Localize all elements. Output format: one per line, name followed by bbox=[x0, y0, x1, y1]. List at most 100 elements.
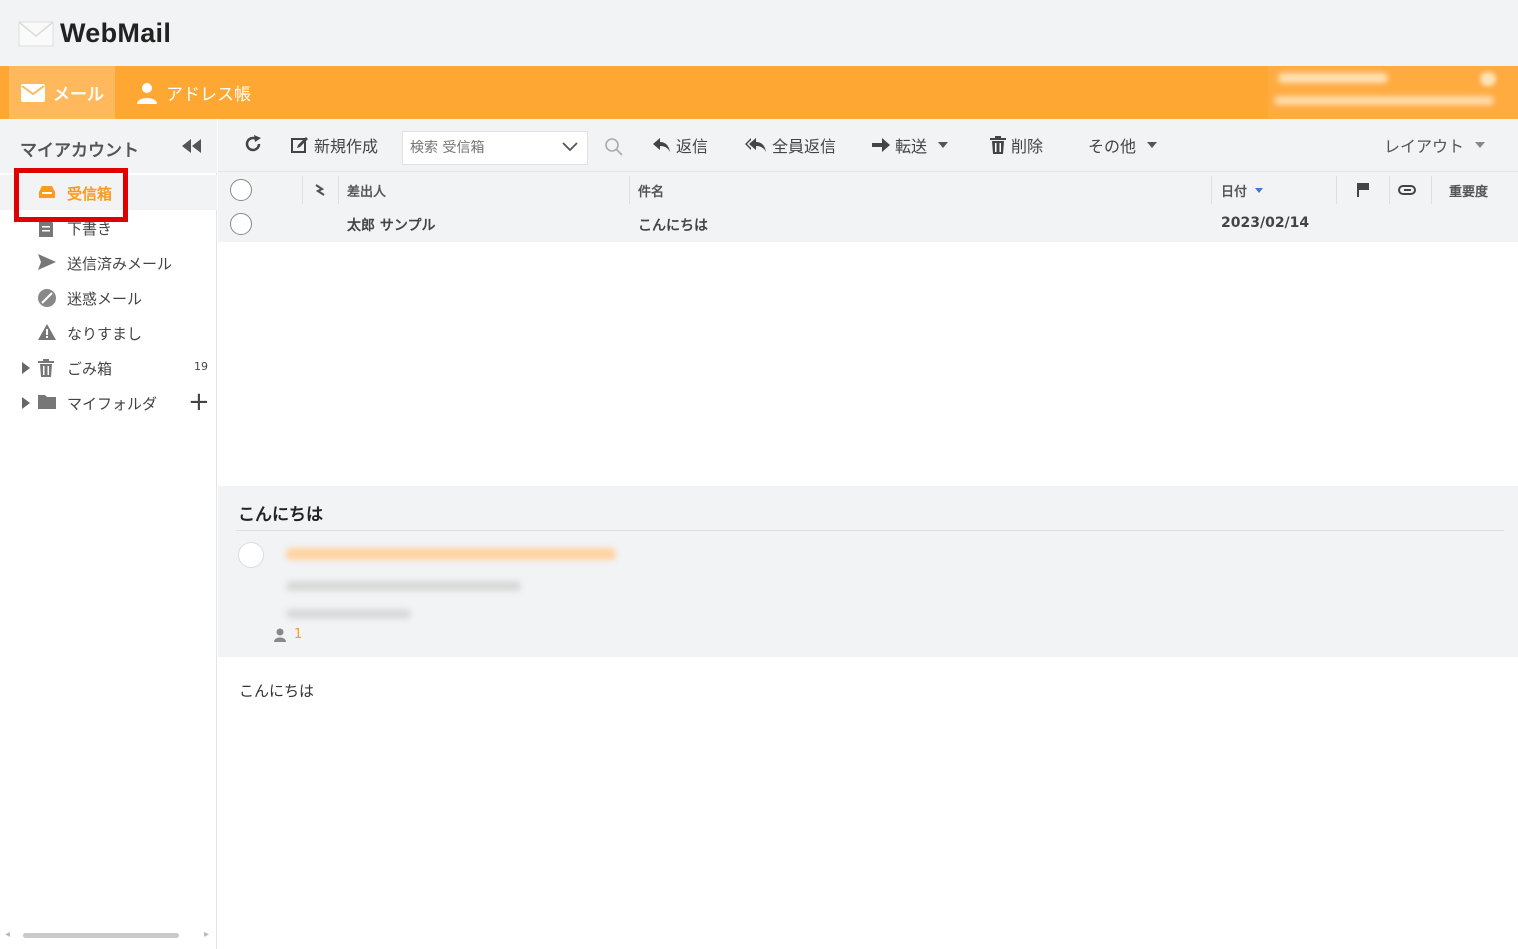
add-folder-button[interactable]: + bbox=[188, 389, 210, 415]
tab-address-book-label: アドレス帳 bbox=[166, 85, 251, 105]
row-from: 太郎 サンプル bbox=[347, 218, 436, 234]
person-icon bbox=[137, 82, 157, 104]
main-nav: メール アドレス帳 bbox=[0, 66, 1518, 119]
to-redacted bbox=[286, 581, 521, 591]
expand-arrow-icon[interactable] bbox=[22, 397, 30, 409]
message-list-empty-area bbox=[218, 242, 1518, 486]
column-subject[interactable]: 件名 bbox=[638, 172, 664, 208]
caret-down-icon bbox=[1147, 142, 1158, 148]
date-redacted bbox=[286, 609, 411, 619]
layout-label: レイアウト bbox=[1384, 137, 1465, 156]
recipient-count[interactable]: 1 bbox=[274, 627, 302, 642]
message-list-header: 差出人 件名 日付 重要度 bbox=[218, 171, 1518, 207]
select-all-checkbox[interactable] bbox=[230, 172, 252, 208]
person-icon bbox=[274, 628, 286, 642]
folder-spoofing-label: なりすまし bbox=[67, 325, 143, 343]
forward-arrow-icon bbox=[872, 138, 890, 152]
trash-icon bbox=[38, 359, 54, 377]
column-from[interactable]: 差出人 bbox=[347, 172, 386, 208]
table-row[interactable]: 太郎 サンプル こんにちは 2023/02/14 bbox=[218, 207, 1518, 242]
search-box[interactable] bbox=[402, 131, 588, 165]
column-importance[interactable]: 重要度 bbox=[1449, 172, 1488, 208]
app-header: WebMail bbox=[0, 0, 1518, 66]
mail-icon bbox=[21, 83, 45, 102]
inbox-highlight-box bbox=[14, 168, 128, 222]
warning-icon bbox=[38, 324, 56, 340]
folder-trash[interactable]: ごみ箱 19 bbox=[0, 350, 217, 385]
tab-mail[interactable]: メール bbox=[9, 66, 115, 119]
trash-icon bbox=[990, 136, 1006, 154]
row-checkbox[interactable] bbox=[230, 213, 252, 235]
folder-my-folders-label: マイフォルダ bbox=[67, 395, 158, 413]
thread-icon bbox=[315, 184, 325, 196]
preview-subject: こんにちは bbox=[238, 505, 323, 525]
layout-button[interactable]: レイアウト bbox=[1384, 133, 1486, 157]
sidebar: マイアカウント 受信箱 下書き 送信済みメール 迷惑メール なりすまし ごみ箱 … bbox=[0, 119, 217, 949]
avatar bbox=[238, 542, 264, 568]
tab-mail-label: メール bbox=[53, 85, 104, 105]
folder-spoofing[interactable]: なりすまし bbox=[0, 315, 217, 350]
scroll-right-icon[interactable]: ▸ bbox=[204, 929, 209, 940]
compose-label: 新規作成 bbox=[314, 137, 379, 156]
envelope-logo-icon bbox=[18, 20, 54, 46]
thread-column[interactable] bbox=[314, 172, 328, 208]
recipient-count-value: 1 bbox=[294, 627, 303, 642]
reply-button[interactable]: 返信 bbox=[653, 133, 708, 157]
folder-spam[interactable]: 迷惑メール bbox=[0, 280, 217, 315]
scroll-left-icon[interactable]: ◂ bbox=[5, 929, 10, 940]
reply-all-button[interactable]: 全員返信 bbox=[745, 133, 836, 157]
account-header: マイアカウント bbox=[0, 119, 217, 173]
collapse-sidebar-icon[interactable] bbox=[181, 139, 203, 153]
flag-column[interactable] bbox=[1357, 172, 1369, 208]
search-icon bbox=[605, 138, 623, 156]
scrollbar-thumb[interactable] bbox=[23, 933, 179, 938]
search-input[interactable] bbox=[403, 132, 553, 164]
tab-address-book[interactable]: アドレス帳 bbox=[136, 66, 251, 119]
more-label: その他 bbox=[1088, 137, 1137, 156]
delete-label: 削除 bbox=[1011, 137, 1044, 156]
caret-down-icon bbox=[1475, 142, 1486, 148]
forward-label: 転送 bbox=[895, 137, 928, 156]
folder-my-folders[interactable]: マイフォルダ + bbox=[0, 385, 217, 420]
caret-down-icon bbox=[938, 142, 949, 148]
reply-label: 返信 bbox=[676, 137, 709, 156]
sort-desc-icon bbox=[1255, 187, 1264, 193]
reply-icon bbox=[653, 138, 670, 152]
folder-trash-label: ごみ箱 bbox=[67, 360, 113, 378]
compose-button[interactable]: 新規作成 bbox=[291, 133, 378, 157]
sender-redacted bbox=[286, 548, 616, 560]
folder-spam-label: 迷惑メール bbox=[67, 290, 143, 308]
spam-icon bbox=[38, 289, 56, 307]
sent-icon bbox=[38, 254, 56, 270]
folder-sent[interactable]: 送信済みメール bbox=[0, 245, 217, 280]
forward-button[interactable]: 転送 bbox=[872, 133, 949, 157]
folder-sent-label: 送信済みメール bbox=[67, 255, 173, 273]
account-title: マイアカウント bbox=[20, 141, 139, 161]
compose-icon bbox=[291, 137, 308, 153]
user-menu[interactable] bbox=[1268, 66, 1518, 119]
chevron-down-icon[interactable] bbox=[561, 141, 579, 153]
refresh-icon bbox=[245, 135, 261, 152]
column-date[interactable]: 日付 bbox=[1221, 172, 1264, 208]
reply-all-icon bbox=[745, 138, 766, 152]
expand-arrow-icon[interactable] bbox=[22, 362, 30, 374]
app-logo: WebMail bbox=[18, 18, 171, 49]
message-preview-header: こんにちは 1 bbox=[218, 486, 1518, 657]
folder-icon bbox=[38, 395, 56, 409]
app-title: WebMail bbox=[60, 18, 172, 48]
row-subject: こんにちは bbox=[638, 218, 708, 234]
mail-toolbar: 新規作成 返信 全員返信 転送 bbox=[218, 119, 1518, 171]
attachment-icon bbox=[1398, 185, 1416, 195]
delete-button[interactable]: 削除 bbox=[990, 133, 1043, 157]
column-date-label: 日付 bbox=[1221, 184, 1248, 200]
attachment-column[interactable] bbox=[1398, 172, 1416, 208]
refresh-button[interactable] bbox=[244, 135, 262, 153]
search-button[interactable] bbox=[604, 137, 624, 157]
message-body: こんにちは bbox=[239, 682, 315, 700]
row-date: 2023/02/14 bbox=[1221, 215, 1310, 231]
sidebar-scrollbar[interactable]: ◂ ▸ bbox=[0, 921, 217, 949]
flag-icon bbox=[1357, 183, 1369, 197]
trash-count-badge: 19 bbox=[194, 360, 208, 373]
more-button[interactable]: その他 bbox=[1088, 133, 1158, 157]
reply-all-label: 全員返信 bbox=[772, 137, 837, 156]
